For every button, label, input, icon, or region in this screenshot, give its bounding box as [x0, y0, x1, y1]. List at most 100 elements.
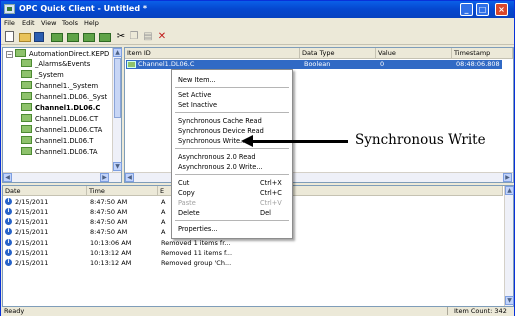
menu-item-copy[interactable]: Copy Ctrl+C — [172, 188, 292, 198]
scroll-right-icon[interactable]: ▶ — [503, 173, 512, 182]
menu-separator — [175, 148, 289, 149]
column-item-id[interactable]: Item ID — [125, 48, 300, 59]
menu-item-set-active[interactable]: Set Active — [172, 90, 292, 100]
context-menu: New Item... Set Active Set Inactive Sync… — [171, 69, 293, 239]
scroll-down-icon[interactable]: ▼ — [505, 296, 514, 305]
info-icon: i — [5, 208, 12, 215]
menu-item-paste: Paste Ctrl+V — [178, 199, 282, 207]
item-data-type: Boolean — [304, 60, 331, 68]
new-group-icon[interactable] — [67, 33, 79, 42]
new-icon[interactable] — [5, 31, 14, 42]
menu-help[interactable]: Help — [84, 19, 99, 27]
scroll-left-icon[interactable]: ◀ — [3, 173, 12, 182]
group-icon — [21, 70, 32, 78]
tree-item-selected[interactable]: Channel1.DL06.C — [21, 103, 100, 113]
menu-tools[interactable]: Tools — [62, 19, 78, 27]
menu-edit[interactable]: Edit — [22, 19, 35, 27]
menu-item-async-read[interactable]: Asynchronous 2.0 Read — [172, 152, 292, 162]
delete-icon[interactable]: ✕ — [156, 31, 168, 43]
info-icon: i — [5, 218, 12, 225]
column-value[interactable]: Value — [376, 48, 452, 59]
group-icon — [21, 147, 32, 155]
scroll-right-icon[interactable]: ▶ — [100, 173, 109, 182]
column-time[interactable]: Time — [87, 186, 158, 196]
scroll-down-icon[interactable]: ▼ — [113, 162, 122, 171]
menu-separator — [175, 112, 289, 113]
group-icon — [21, 59, 32, 67]
log-row[interactable]: i 2/15/2011 10:13:06 AM Removed 1 items … — [3, 238, 503, 248]
group-icon — [21, 136, 32, 144]
menu-view[interactable]: View — [41, 19, 56, 27]
menu-separator — [175, 174, 289, 175]
tree-vertical-scrollbar[interactable]: ▲ ▼ — [112, 48, 122, 172]
scroll-up-icon[interactable]: ▲ — [505, 186, 514, 195]
log-row[interactable]: i 2/15/2011 10:13:12 AM Removed group 'C… — [3, 258, 503, 268]
status-text: Ready — [4, 307, 25, 315]
menu-bar: File Edit View Tools Help — [1, 18, 514, 29]
column-date[interactable]: Date — [3, 186, 87, 196]
scroll-up-icon[interactable]: ▲ — [113, 48, 122, 57]
toolbar: ✂ ❐ ▤ ✕ — [1, 29, 514, 45]
tree-item[interactable]: Channel1.DL06.CTA — [21, 125, 102, 135]
menu-file[interactable]: File — [4, 19, 15, 27]
scroll-left-icon[interactable]: ◀ — [125, 173, 134, 182]
tree-item[interactable]: Channel1.DL06.CT — [21, 114, 98, 124]
server-tree[interactable]: − AutomationDirect.KEPD _Alarms&Events _… — [2, 47, 122, 183]
title-bar[interactable]: OPC Quick Client - Untitled * _ □ × — [1, 1, 514, 18]
log-row[interactable]: i 2/15/2011 10:13:12 AM Removed 11 items… — [3, 248, 503, 258]
server-icon — [15, 49, 26, 57]
item-value: 0 — [380, 60, 385, 68]
group-icon — [21, 92, 32, 100]
menu-item-cut[interactable]: Cut Ctrl+X — [172, 178, 292, 188]
callout-arrow-line — [249, 140, 348, 143]
app-window: OPC Quick Client - Untitled * _ □ × File… — [0, 0, 515, 316]
column-timestamp[interactable]: Timestamp — [452, 48, 513, 59]
app-icon — [4, 4, 15, 14]
menu-item-sync-device-read[interactable]: Synchronous Device Read — [172, 126, 292, 136]
tree-item[interactable]: Channel1.DL06.T — [21, 136, 93, 146]
new-item-icon[interactable] — [83, 33, 95, 42]
group-icon — [21, 103, 32, 111]
tree-item[interactable]: Channel1.DL06.TA — [21, 147, 98, 157]
tree-horizontal-scrollbar[interactable]: ◀ ▶ — [3, 172, 121, 182]
group-icon — [21, 81, 32, 89]
minimize-button[interactable]: _ — [460, 3, 473, 16]
tag-icon — [127, 61, 136, 68]
tree-item[interactable]: Channel1._System — [21, 81, 98, 91]
item-id: Channel1.DL06.C — [138, 60, 195, 68]
log-vertical-scrollbar[interactable]: ▲ ▼ — [504, 186, 514, 306]
maximize-button[interactable]: □ — [476, 3, 489, 16]
collapse-icon[interactable]: − — [6, 51, 13, 58]
copy-icon[interactable]: ❐ — [128, 31, 140, 43]
cut-icon[interactable]: ✂ — [115, 31, 127, 43]
menu-item-delete[interactable]: Delete Del — [172, 208, 292, 218]
info-icon: i — [5, 228, 12, 235]
menu-item-set-inactive[interactable]: Set Inactive — [172, 100, 292, 110]
status-bar: Ready Item Count: 342 — [1, 307, 514, 316]
scroll-thumb[interactable] — [114, 58, 121, 118]
close-button[interactable]: × — [495, 3, 508, 16]
info-icon: i — [5, 198, 12, 205]
group-icon — [21, 114, 32, 122]
menu-item-sync-cache-read[interactable]: Synchronous Cache Read — [172, 116, 292, 126]
tree-item[interactable]: _Alarms&Events — [21, 59, 90, 69]
menu-item-async-write[interactable]: Asynchronous 2.0 Write... — [172, 162, 292, 172]
menu-item-new-item[interactable]: New Item... — [172, 75, 292, 85]
save-icon[interactable] — [34, 32, 44, 42]
column-data-type[interactable]: Data Type — [300, 48, 376, 59]
info-icon: i — [5, 259, 12, 266]
menu-item-properties[interactable]: Properties... — [172, 224, 292, 234]
menu-separator — [175, 87, 289, 88]
callout-label: Synchronous Write — [353, 132, 488, 148]
tree-item[interactable]: Channel1.DL06._Syst — [21, 92, 107, 102]
item-count: Item Count: 342 — [447, 307, 513, 315]
info-icon: i — [5, 249, 12, 256]
open-icon[interactable] — [19, 33, 31, 42]
new-server-icon[interactable] — [51, 33, 63, 42]
paste-icon[interactable]: ▤ — [142, 31, 154, 43]
group-icon — [21, 125, 32, 133]
properties-icon[interactable] — [99, 33, 111, 42]
tree-item[interactable]: _System — [21, 70, 64, 80]
tree-root[interactable]: AutomationDirect.KEPD — [15, 49, 109, 59]
item-row-selected[interactable]: Channel1.DL06.C Boolean 0 08:48:06.808 — [126, 60, 502, 69]
